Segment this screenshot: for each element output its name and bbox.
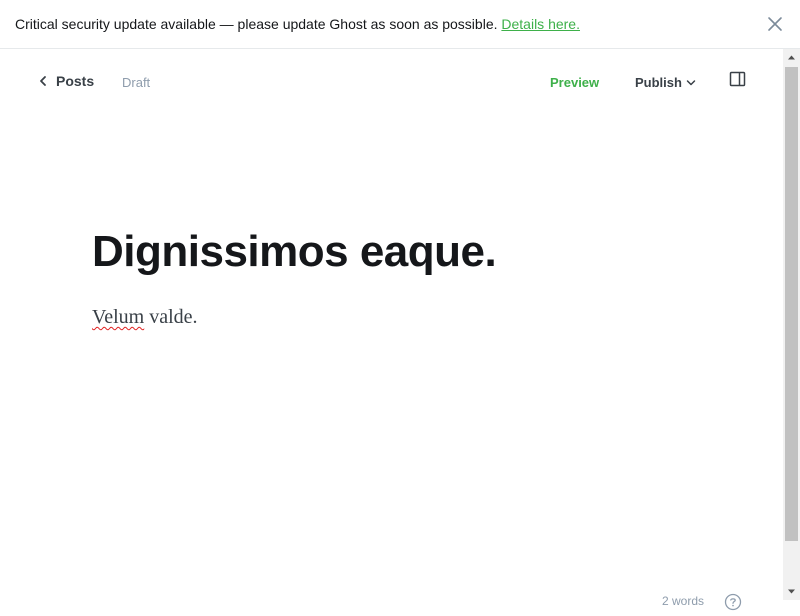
back-to-posts-link[interactable]: Posts <box>38 73 94 89</box>
settings-sidebar-toggle[interactable] <box>729 71 747 87</box>
sidebar-toggle-icon <box>729 71 746 87</box>
security-update-banner: Critical security update available — ple… <box>0 0 800 49</box>
help-button[interactable] <box>724 593 742 611</box>
preview-button[interactable]: Preview <box>550 75 599 90</box>
banner-close-button[interactable] <box>764 13 786 35</box>
scroll-up-arrow[interactable] <box>783 49 800 66</box>
post-title[interactable]: Dignissimos eaque. <box>92 227 497 277</box>
word-count: 2 words <box>662 594 705 608</box>
back-link-label: Posts <box>56 73 95 89</box>
publish-button-label: Publish <box>635 75 682 90</box>
chevron-down-icon <box>686 79 696 85</box>
publish-button[interactable]: Publish <box>635 75 696 90</box>
banner-message: Critical security update available — ple… <box>15 16 498 32</box>
chevron-left-icon <box>40 76 46 86</box>
triangle-up-icon <box>788 55 795 60</box>
post-body[interactable]: Velum valde. <box>92 306 198 329</box>
vertical-scrollbar[interactable] <box>783 49 800 600</box>
misspelled-word: Velum <box>92 306 145 328</box>
close-icon <box>768 17 782 31</box>
scrollbar-thumb[interactable] <box>785 67 798 541</box>
body-text: valde. <box>144 306 198 328</box>
post-editor: Posts Draft Preview Publish Dignissimos … <box>0 49 783 611</box>
post-status: Draft <box>122 75 151 90</box>
scroll-down-arrow[interactable] <box>783 583 800 600</box>
triangle-down-icon <box>788 589 795 594</box>
help-icon <box>724 593 742 611</box>
banner-details-link[interactable]: Details here. <box>501 16 580 32</box>
banner-message-row: Critical security update available — ple… <box>15 16 580 32</box>
